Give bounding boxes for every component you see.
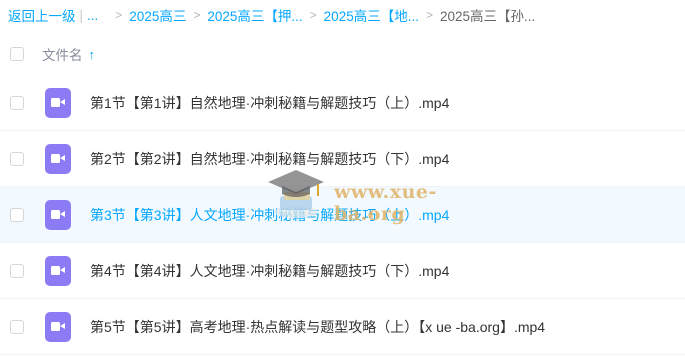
breadcrumb: 返回上一级 | ... > 2025高三 > 2025高三【押... > 202… <box>8 0 685 30</box>
row-checkbox[interactable] <box>10 319 24 334</box>
file-name[interactable]: 第4节【第4讲】人文地理·冲刺秘籍与解题技巧（下）.mp4 <box>90 261 449 281</box>
chevron-right-icon: > <box>425 8 433 22</box>
select-all-checkbox[interactable] <box>10 47 24 61</box>
breadcrumb-divider: | <box>79 7 84 23</box>
row-checkbox[interactable] <box>10 95 24 110</box>
back-link[interactable]: 返回上一级 <box>8 5 76 25</box>
video-file-icon <box>45 87 71 118</box>
file-row-highlighted[interactable]: 第3节【第3讲】人文地理·冲刺秘籍与解题技巧（上）.mp4 <box>0 187 685 243</box>
arrow-up-icon[interactable]: ↑ <box>89 47 96 62</box>
file-name[interactable]: 第2节【第2讲】自然地理·冲刺秘籍与解题技巧（下）.mp4 <box>90 149 449 169</box>
file-row[interactable]: 第5节【第5讲】高考地理·热点解读与题型攻略（上）【x ue -ba.org】.… <box>0 299 685 355</box>
video-file-icon <box>45 199 71 230</box>
column-header-filename[interactable]: 文件名 <box>42 44 83 64</box>
breadcrumb-item[interactable]: 2025高三 <box>129 5 186 25</box>
breadcrumb-item[interactable]: 2025高三【地... <box>324 5 419 25</box>
file-row[interactable]: 第2节【第2讲】自然地理·冲刺秘籍与解题技巧（下）.mp4 <box>0 131 685 187</box>
file-list-header: 文件名 ↑ <box>0 36 685 72</box>
breadcrumb-item[interactable]: 2025高三【押... <box>207 5 302 25</box>
file-name[interactable]: 第3节【第3讲】人文地理·冲刺秘籍与解题技巧（上）.mp4 <box>90 205 449 225</box>
file-name[interactable]: 第5节【第5讲】高考地理·热点解读与题型攻略（上）【x ue -ba.org】.… <box>90 317 545 337</box>
row-checkbox[interactable] <box>10 207 24 222</box>
chevron-right-icon: > <box>193 8 201 22</box>
breadcrumb-ellipsis[interactable]: ... <box>87 8 98 23</box>
video-file-icon <box>45 311 71 342</box>
chevron-right-icon: > <box>309 8 317 22</box>
video-file-icon <box>45 255 71 286</box>
row-checkbox[interactable] <box>10 263 24 278</box>
file-name[interactable]: 第1节【第1讲】自然地理·冲刺秘籍与解题技巧（上）.mp4 <box>90 93 449 113</box>
file-row[interactable]: 第1节【第1讲】自然地理·冲刺秘籍与解题技巧（上）.mp4 <box>0 75 685 131</box>
video-file-icon <box>45 143 71 174</box>
file-row[interactable]: 第4节【第4讲】人文地理·冲刺秘籍与解题技巧（下）.mp4 <box>0 243 685 299</box>
breadcrumb-current: 2025高三【孙... <box>439 9 536 24</box>
row-checkbox[interactable] <box>10 151 24 166</box>
chevron-right-icon: > <box>115 8 123 22</box>
file-list: 第1节【第1讲】自然地理·冲刺秘籍与解题技巧（上）.mp4 第2节【第2讲】自然… <box>0 75 685 355</box>
